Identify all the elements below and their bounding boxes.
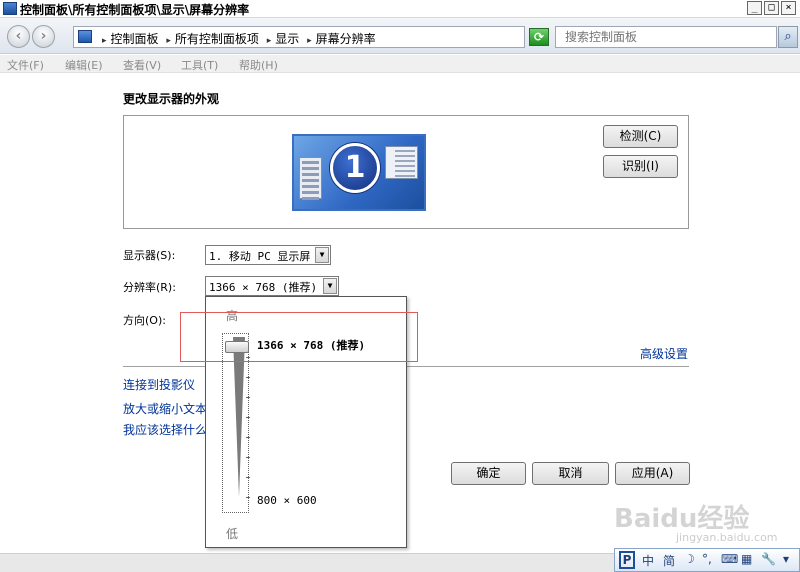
menu-file[interactable]: 文件(F) <box>7 57 44 73</box>
forward-button[interactable]: › <box>32 25 55 48</box>
resolution-select[interactable]: 1366 × 768 (推荐) ▼ <box>205 276 339 296</box>
slider-min-resolution-label: 800 × 600 <box>257 494 317 507</box>
slider-low-label: 低 <box>226 527 239 541</box>
resolution-select-value: 1366 × 768 (推荐) <box>209 281 318 294</box>
breadcrumb-display[interactable]: 显示 <box>275 32 299 46</box>
slider-tick <box>246 397 250 398</box>
maximize-button[interactable]: □ <box>764 1 779 15</box>
grid-icon[interactable]: ▦ <box>741 552 752 566</box>
keyboard-icon[interactable]: ⌨ <box>721 552 738 566</box>
address-toolbar: ‹ › ▸控制面板 ▸所有控制面板项 ▸显示 ▸屏幕分辨率 ▼ ⟳ ⌕ <box>0 18 800 54</box>
slider-tick <box>246 377 250 378</box>
breadcrumb-resolution[interactable]: 屏幕分辨率 <box>316 32 376 46</box>
watermark-url: jingyan.baidu.com <box>676 531 778 544</box>
which-settings-link[interactable]: 我应该选择什么 <box>123 421 207 438</box>
close-button[interactable]: × <box>781 1 796 15</box>
menu-bar: 文件(F) 编辑(E) 查看(V) 工具(T) 帮助(H) <box>0 55 800 73</box>
display-label: 显示器(S): <box>123 249 176 262</box>
search-icon[interactable]: ⌕ <box>778 26 798 48</box>
advanced-settings-link[interactable]: 高级设置 <box>640 345 688 362</box>
breadcrumb-control-panel[interactable]: 控制面板 <box>111 32 159 46</box>
ime-chinese-toggle[interactable]: 中 <box>642 552 654 569</box>
detect-button[interactable]: 检测(C) <box>603 125 678 148</box>
ime-simplified-toggle[interactable]: 简 <box>663 552 675 569</box>
breadcrumb-separator-icon[interactable]: ▸ <box>166 36 171 46</box>
breadcrumb: ▸ 控制面板 ▸ 所有控制面板项 ▸ 显示 ▸ 屏幕分辨率 <box>98 30 376 47</box>
chevron-down-icon[interactable]: ▼ <box>315 247 329 263</box>
slider-tick <box>246 417 250 418</box>
slider-tick <box>246 477 250 478</box>
monitor-number-badge: 1 <box>330 143 380 193</box>
title-bar: 控制面板\所有控制面板项\显示\屏幕分辨率 _ □ × <box>0 0 800 18</box>
menu-edit[interactable]: 编辑(E) <box>65 57 103 73</box>
minimize-button[interactable]: _ <box>747 1 762 15</box>
display-select[interactable]: 1. 移动 PC 显示屏 ▼ <box>205 245 331 265</box>
menu-tools[interactable]: 工具(T) <box>181 57 218 73</box>
connect-projector-link[interactable]: 连接到投影仪 <box>123 376 195 393</box>
slider-tick <box>246 437 250 438</box>
back-button[interactable]: ‹ <box>7 25 30 48</box>
refresh-button[interactable]: ⟳ <box>529 28 549 46</box>
search-field[interactable] <box>555 26 777 48</box>
apply-button[interactable]: 应用(A) <box>615 462 690 485</box>
address-bar[interactable]: ▸控制面板 ▸所有控制面板项 ▸显示 ▸屏幕分辨率 ▼ <box>73 26 589 48</box>
chevron-down-icon[interactable]: ▼ <box>323 278 337 294</box>
wrench-icon[interactable]: 🔧 <box>761 552 776 566</box>
window-thumbnail-icon <box>385 146 418 179</box>
ok-button[interactable]: 确定 <box>451 462 526 485</box>
menu-view[interactable]: 查看(V) <box>123 57 161 73</box>
punctuation-icon[interactable]: °, <box>702 552 712 566</box>
breadcrumb-separator-icon[interactable]: ▸ <box>267 36 272 46</box>
chevron-down-icon[interactable]: ▾ <box>783 552 789 566</box>
breadcrumb-all-items[interactable]: 所有控制面板项 <box>175 32 259 46</box>
ime-logo-icon[interactable]: P <box>619 551 635 569</box>
slider-tick <box>246 457 250 458</box>
search-input[interactable] <box>556 27 776 47</box>
control-panel-icon <box>78 30 92 43</box>
window-title: 控制面板\所有控制面板项\显示\屏幕分辨率 <box>20 3 250 17</box>
orientation-label: 方向(O): <box>123 314 166 327</box>
resolution-label: 分辨率(R): <box>123 281 176 294</box>
breadcrumb-separator-icon[interactable]: ▸ <box>307 36 312 46</box>
window-thumbnail-icon <box>299 157 322 200</box>
identify-button[interactable]: 识别(I) <box>603 155 678 178</box>
ime-toolbar: P 中 简 ☽ °, ⌨ ▦ 🔧 ▾ <box>614 548 800 572</box>
control-panel-icon <box>3 2 17 15</box>
menu-help[interactable]: 帮助(H) <box>239 57 278 73</box>
annotation-highlight <box>180 312 418 362</box>
display-select-value: 1. 移动 PC 显示屏 <box>209 250 311 263</box>
moon-icon[interactable]: ☽ <box>684 552 695 566</box>
watermark: Baidu经验 <box>614 504 750 534</box>
breadcrumb-separator-icon[interactable]: ▸ <box>102 36 107 46</box>
slider-tick <box>246 497 250 498</box>
page-title: 更改显示器的外观 <box>123 92 220 106</box>
cancel-button[interactable]: 取消 <box>532 462 609 485</box>
monitor-icon[interactable]: 1 <box>292 134 426 211</box>
text-size-link[interactable]: 放大或缩小文本 <box>123 400 207 417</box>
